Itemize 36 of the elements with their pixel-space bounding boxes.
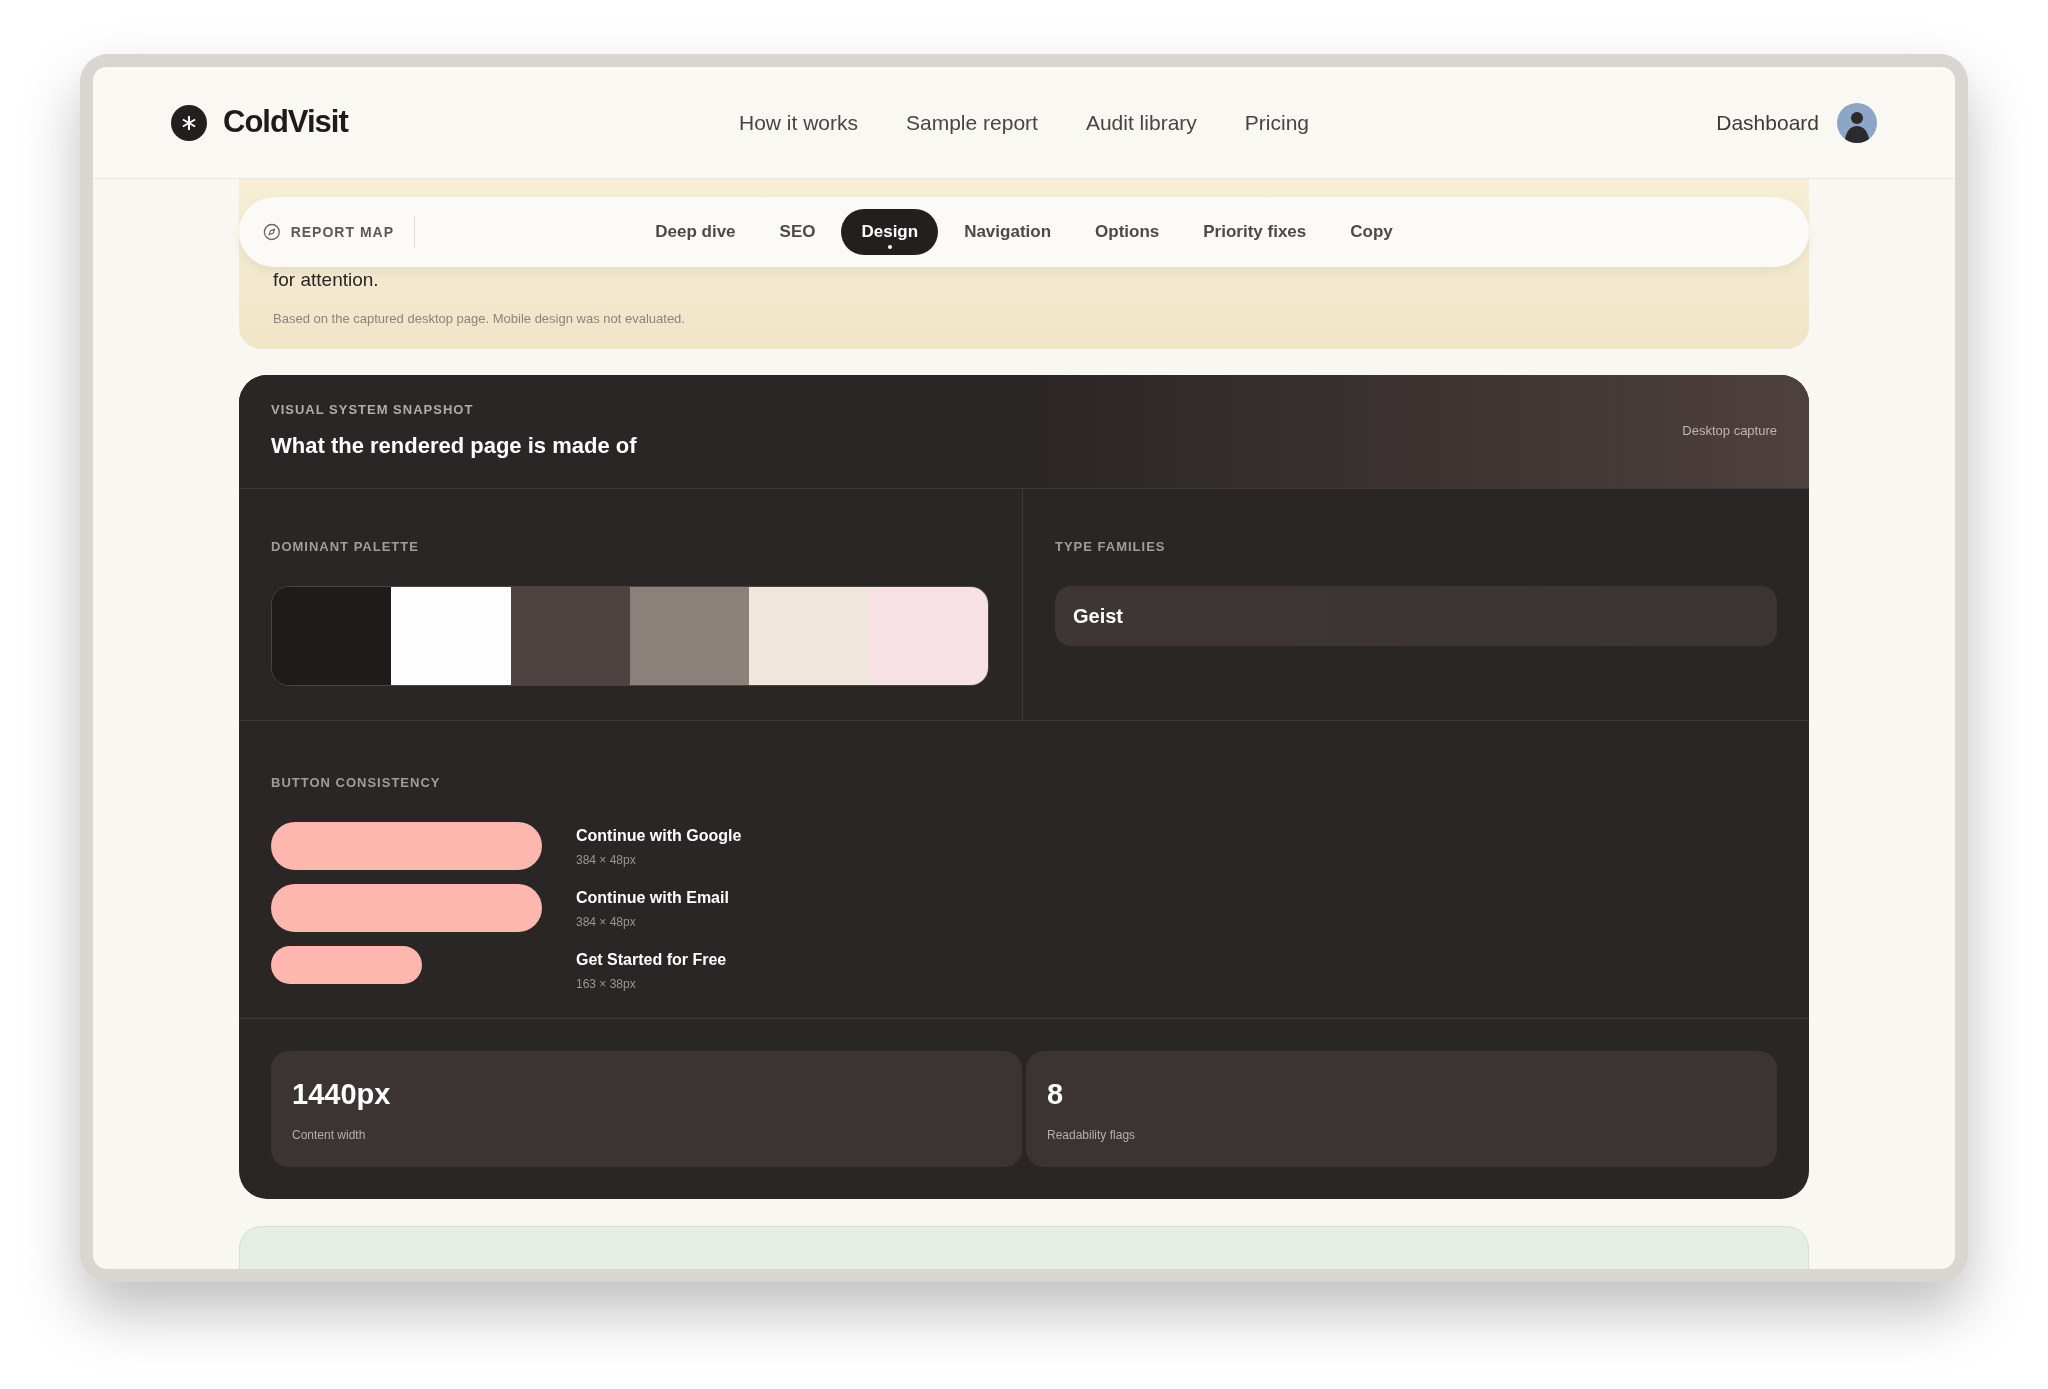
- button-label: Continue with Email: [576, 888, 729, 908]
- capture-label: Desktop capture: [1682, 422, 1777, 441]
- buttons-label: BUTTON CONSISTENCY: [271, 773, 442, 792]
- report-tab[interactable]: Copy: [1332, 209, 1411, 255]
- type-families-label: TYPE FAMILIES: [1055, 537, 1167, 556]
- logo-icon: [171, 104, 207, 141]
- summary-note: Based on the captured desktop page. Mobile design was not evaluated.: [272, 310, 686, 328]
- nav-link[interactable]: Audit library: [1085, 106, 1197, 139]
- report-tab[interactable]: Deep dive: [637, 209, 754, 255]
- palette-label: DOMINANT PALETTE: [271, 537, 420, 556]
- button-label: Get Started for Free: [576, 950, 727, 970]
- stat-label: Content width: [292, 1127, 367, 1145]
- nav-link[interactable]: Sample report: [906, 106, 1038, 139]
- report-tab[interactable]: Design: [841, 209, 939, 255]
- font-family-chip: Geist: [1055, 586, 1777, 646]
- compass-icon: [263, 222, 281, 242]
- summary-text: for attention.: [272, 269, 380, 291]
- button-label: Continue with Google: [576, 826, 742, 846]
- report-tab[interactable]: Options: [1077, 209, 1178, 255]
- report-tab[interactable]: Navigation: [946, 209, 1070, 255]
- snapshot-eyebrow: VISUAL SYSTEM SNAPSHOT: [271, 400, 475, 419]
- report-tab[interactable]: SEO: [761, 209, 834, 255]
- snapshot-title: What the rendered page is made of: [271, 432, 637, 461]
- button-size: 384 × 48px: [576, 914, 637, 931]
- nav-link[interactable]: How it works: [739, 106, 858, 139]
- nav-link[interactable]: Pricing: [1244, 106, 1309, 139]
- stat-value: 1440px: [292, 1076, 392, 1112]
- avatar[interactable]: [1837, 102, 1877, 143]
- button-size: 384 × 48px: [576, 852, 637, 869]
- brand-name: ColdVisit: [223, 103, 348, 142]
- report-tab[interactable]: Priority fixes: [1185, 209, 1325, 255]
- report-map-label: REPORT MAP: [290, 222, 394, 242]
- button-size: 163 × 38px: [576, 976, 637, 993]
- stat-value: 8: [1047, 1076, 1065, 1112]
- dashboard-link[interactable]: Dashboard: [1716, 106, 1819, 139]
- stat-label: Readability flags: [1047, 1127, 1137, 1145]
